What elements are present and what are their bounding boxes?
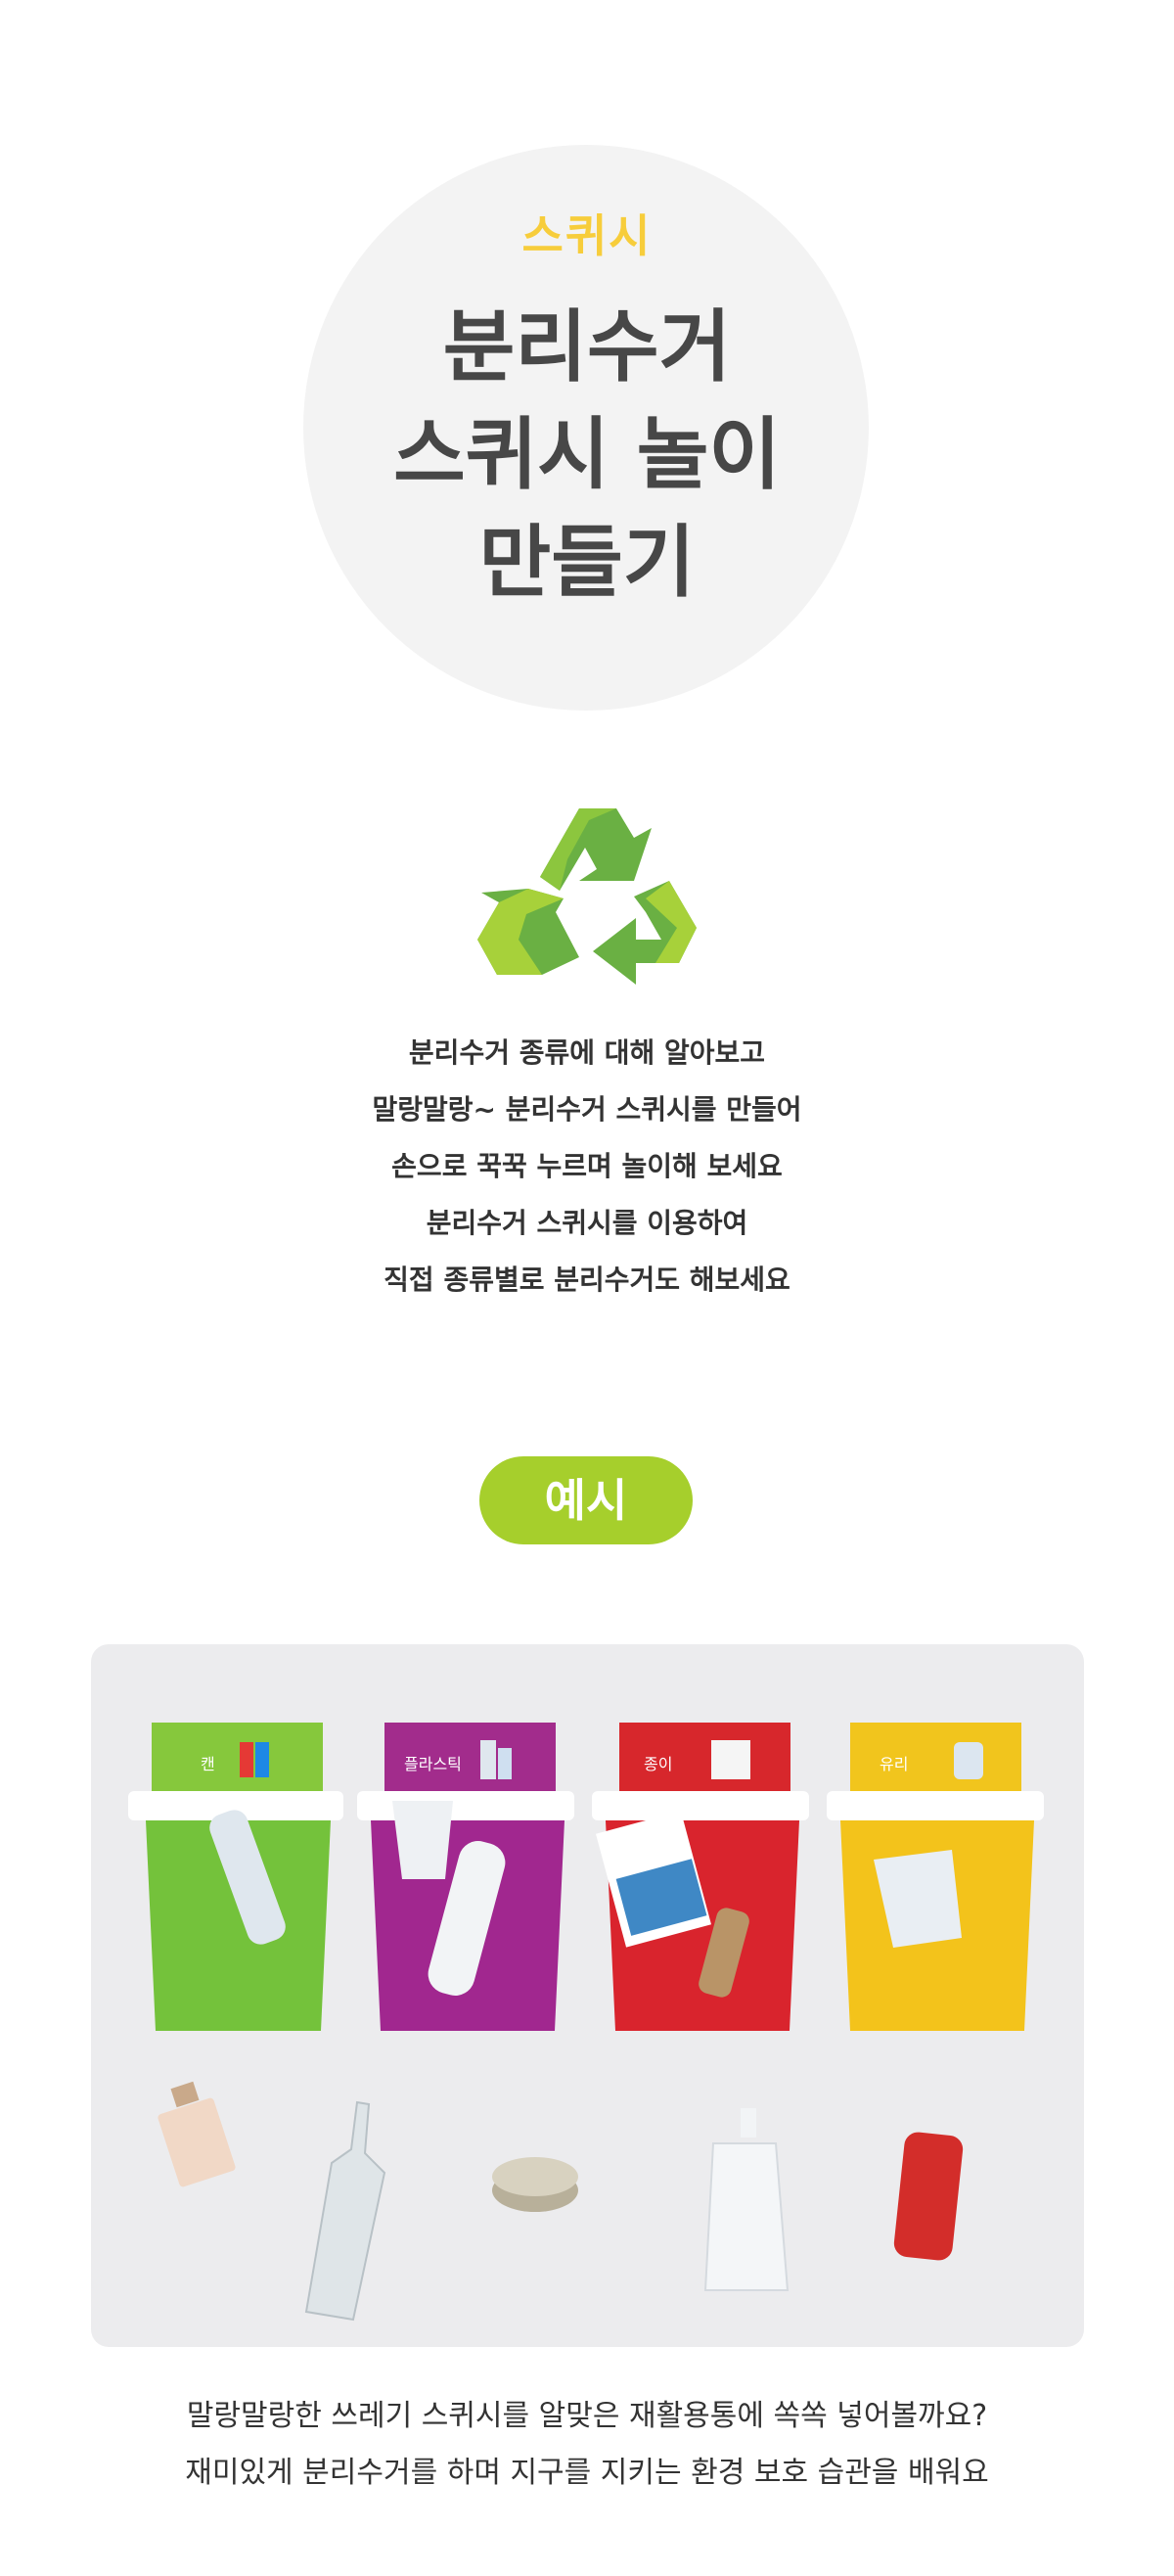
intro-line-5: 직접 종류별로 분리수거도 해보세요 xyxy=(384,1264,790,1296)
intro-line-1: 분리수거 종류에 대해 알아보고 xyxy=(408,1036,766,1069)
bottom-line-1: 말랑말랑한 쓰레기 스퀴시를 알맞은 재활용통에 쏙쏙 넣어볼까요? xyxy=(186,2399,988,2433)
bin-plastic-label: 플라스틱 xyxy=(404,1755,462,1773)
bin-paper-label: 종이 xyxy=(644,1755,672,1773)
pump-bottle xyxy=(703,2108,790,2291)
title-line-1: 분리수거 xyxy=(442,301,732,392)
bin-plastic: 플라스틱 xyxy=(357,1723,574,2031)
bin-glass-label: 유리 xyxy=(880,1755,908,1773)
recycle-icon xyxy=(477,808,697,985)
example-photo-illustration: 캔 플라스틱 종이 유리 xyxy=(128,1723,1044,2322)
bottom-line-2: 재미있게 분리수거를 하며 지구를 지키는 환경 보호 습관을 배워요 xyxy=(185,2456,989,2490)
bin-paper: 종이 xyxy=(592,1723,809,2031)
intro-line-2: 말랑말랑~ 분리수거 스퀴시를 만들어 xyxy=(372,1093,802,1126)
bin-can-label: 캔 xyxy=(201,1755,215,1773)
bottom-text: 말랑말랑한 쓰레기 스퀴시를 알맞은 재활용통에 쏙쏙 넣어볼까요? 재미있게 … xyxy=(0,2388,1174,2502)
title-line-3: 만들기 xyxy=(478,517,696,608)
bin-can: 캔 xyxy=(128,1723,343,2031)
soda-can xyxy=(893,2132,964,2261)
intro-line-4: 분리수거 스퀴시를 이용하여 xyxy=(426,1207,748,1239)
hero-subtitle: 스퀴시 xyxy=(521,209,653,262)
glass-bottle xyxy=(304,2100,386,2322)
tin-can xyxy=(492,2157,578,2212)
example-photo: 캔 플라스틱 종이 유리 xyxy=(91,1644,1084,2347)
bin-glass: 유리 xyxy=(827,1723,1044,2031)
intro-line-3: 손으로 꾹꾹 누르며 놀이해 보세요 xyxy=(391,1150,783,1182)
intro-text: 분리수거 종류에 대해 알아보고 말랑말랑~ 분리수거 스퀴시를 만들어 손으로… xyxy=(0,1025,1174,1309)
example-badge: 예시 xyxy=(479,1456,693,1544)
title-line-2: 스퀴시 놀이 xyxy=(393,409,781,500)
perfume-bottle xyxy=(158,2081,236,2187)
page-title: 분리수거 스퀴시 놀이 만들기 xyxy=(0,294,1174,617)
